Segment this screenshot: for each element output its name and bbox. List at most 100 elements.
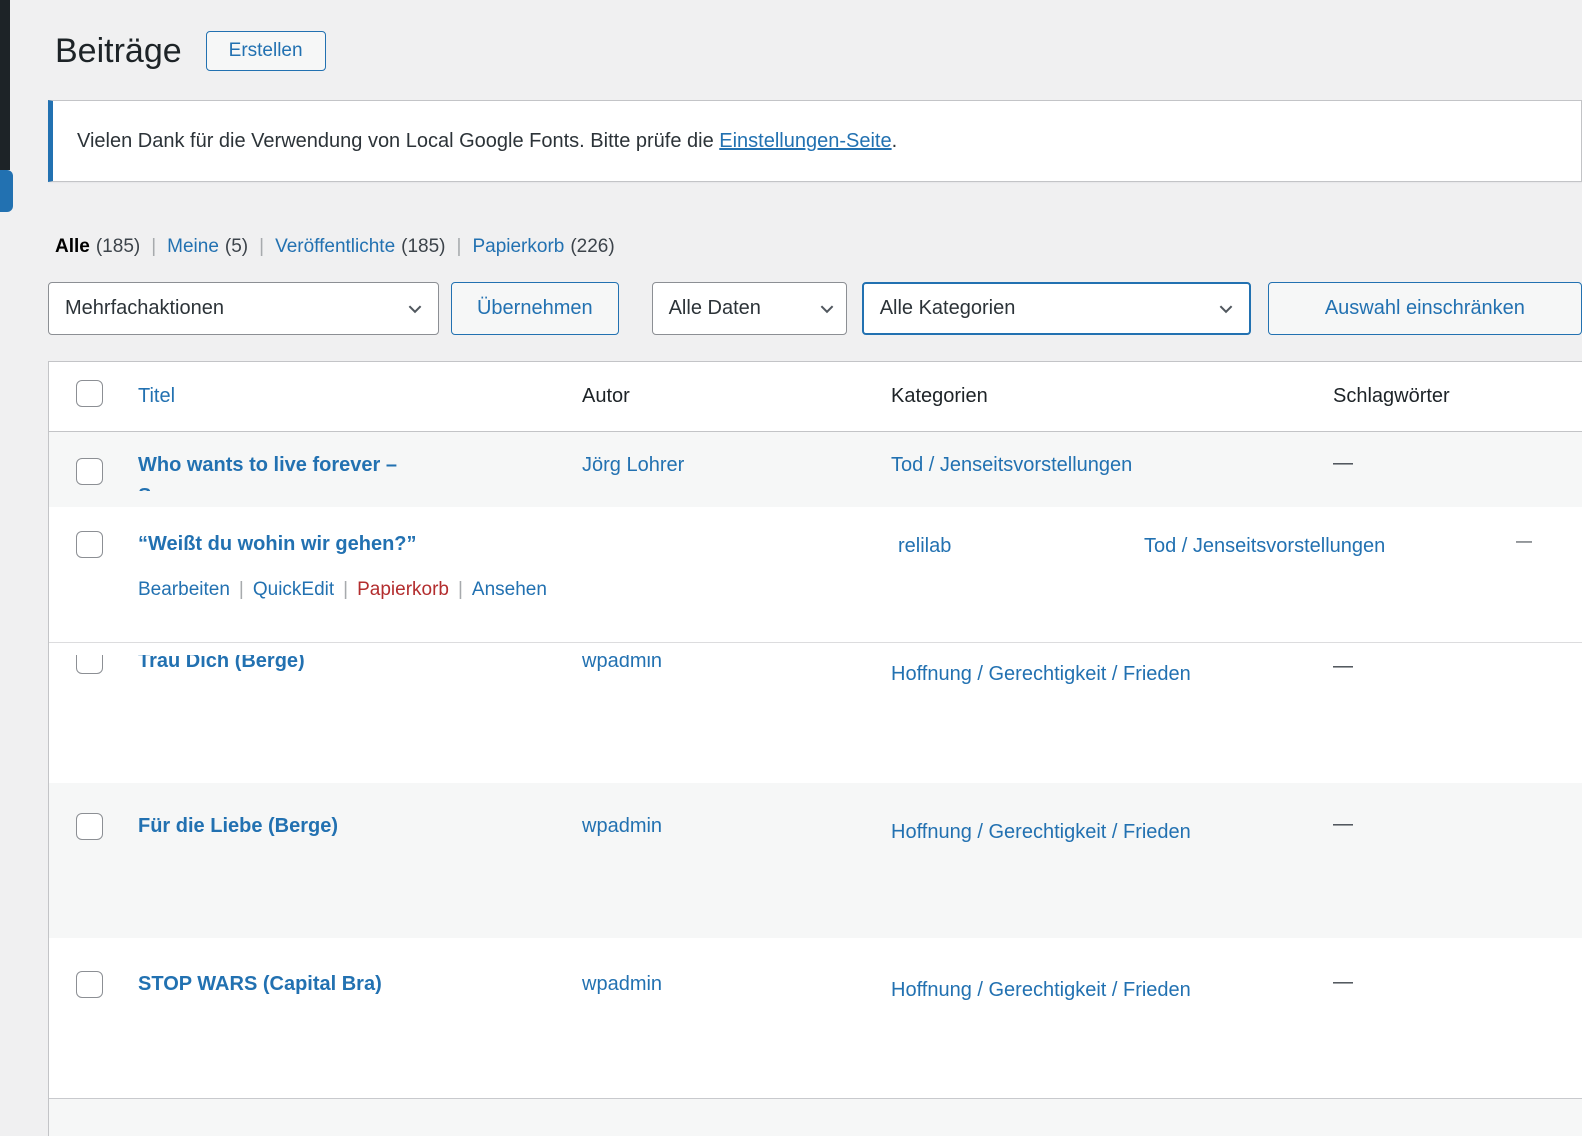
tags-cell: — (1516, 533, 1532, 551)
category-link[interactable]: Tod / Jenseitsvorstellungen (891, 454, 1132, 476)
create-post-button[interactable]: Erstellen (206, 31, 326, 71)
checkbox-cell (49, 432, 126, 491)
category-link[interactable]: Hoffnung / Gerechtigkeit / Frieden (891, 655, 1191, 693)
settings-page-link[interactable]: Einstellungen-Seite (719, 130, 891, 152)
categories-cell: Hoffnung / Gerechtigkeit / Frieden (879, 783, 1321, 851)
quick-edit-link[interactable]: QuickEdit (253, 579, 334, 600)
posts-page: Beiträge Erstellen Vielen Dank für die V… (0, 0, 1582, 1136)
table-row: “Weißt du wohin wir gehen?” Bearbeiten | Q… (49, 507, 1582, 643)
filter-published: Veröffentlichte (185) (275, 236, 445, 258)
author-cell: wpadmin (571, 783, 879, 839)
filter-separator: | (151, 236, 156, 258)
filter-all-label[interactable]: Alle (55, 236, 90, 257)
clipped-author-wrap: wpadmin (582, 655, 879, 674)
category-link[interactable]: Hoffnung / Gerechtigkeit / Frieden (891, 813, 1191, 851)
checkbox-cell (49, 643, 126, 676)
post-title-link[interactable]: Who wants to live forever – (138, 454, 397, 476)
post-title-link[interactable]: STOP WARS (Capital Bra) (138, 973, 382, 995)
term-link[interactable]: relilab (898, 533, 951, 559)
table-row: Für die Liebe (Berge) wpadmin Hoffnung /… (49, 783, 1582, 938)
table-row: STOP WARS (Capital Bra) wpadmin Hoffnung… (49, 938, 1582, 1098)
author-link[interactable]: Jörg Lohrer (582, 454, 684, 476)
posts-filter-links: Alle (185) | Meine (5) | Veröffentlichte (1… (55, 236, 1582, 258)
tags-cell: — (1321, 783, 1582, 836)
categories-filter-value: Alle Kategorien (880, 297, 1016, 320)
post-title-link[interactable]: Trau Dich (Berge) (138, 655, 571, 674)
notice-text-after: . (892, 130, 898, 152)
action-separator: | (239, 579, 244, 600)
row-checkbox[interactable] (76, 813, 103, 840)
tags-cell: — (1321, 432, 1582, 475)
admin-menu-edge (0, 0, 10, 170)
trash-link[interactable]: Papierkorb (357, 579, 449, 600)
dates-filter-value: Alle Daten (669, 297, 761, 320)
author-cell: wpadmin (571, 938, 879, 997)
filter-published-count: (185) (401, 236, 445, 257)
checkbox-cell (49, 938, 126, 1004)
row-checkbox[interactable] (76, 531, 103, 558)
title-cell: STOP WARS (Capital Bra) (126, 938, 571, 997)
chevron-down-icon (818, 300, 836, 318)
author-link[interactable]: wpadmin (582, 973, 662, 995)
bulk-actions-select[interactable]: Mehrfachaktionen (48, 282, 439, 335)
title-cell: Trau Dich (Berge) (126, 643, 571, 674)
filter-mine-link[interactable]: Meine (167, 236, 219, 257)
title-cell: Who wants to live forever – S (126, 432, 571, 491)
category-link[interactable]: Hoffnung / Gerechtigkeit / Frieden (891, 971, 1191, 1009)
filter-trash-link[interactable]: Papierkorb (472, 236, 564, 257)
action-separator: | (458, 579, 463, 600)
table-row: Trau Dich (Berge) wpadmin Hoffnung / Ger… (49, 643, 1582, 783)
author-cell: Jörg Lohrer (571, 432, 879, 478)
info-notice: Vielen Dank für die Verwendung von Local… (48, 100, 1582, 182)
title-cell: Für die Liebe (Berge) (126, 783, 571, 839)
category-link[interactable]: Tod / Jenseitsvorstellungen (1144, 533, 1385, 559)
post-title-link[interactable]: “Weißt du wohin wir gehen?” (138, 531, 417, 557)
chevron-down-icon (1217, 300, 1235, 318)
clipped-title-wrap: Trau Dich (Berge) (138, 655, 571, 674)
page-header: Beiträge Erstellen (55, 28, 1582, 74)
filter-all: Alle (185) (55, 236, 140, 258)
categories-cell: Hoffnung / Gerechtigkeit / Frieden (879, 643, 1321, 693)
table-header-row: Titel Autor Kategorien Schlagwörter (49, 362, 1582, 432)
select-all-checkbox[interactable] (76, 380, 103, 407)
notice-text: Vielen Dank für die Verwendung von Local… (77, 128, 1557, 154)
filter-mine-count: (5) (225, 236, 248, 257)
categories-filter-select[interactable]: Alle Kategorien (862, 282, 1251, 335)
filter-mine: Meine (5) (167, 236, 248, 258)
clipped-title-fragment: S (138, 484, 571, 491)
author-link[interactable]: wpadmin (582, 655, 879, 674)
edit-link[interactable]: Bearbeiten (138, 579, 230, 600)
column-header-categories: Kategorien (879, 385, 1321, 408)
post-title-link[interactable]: Für die Liebe (Berge) (138, 815, 338, 837)
tags-cell: — (1321, 938, 1582, 994)
notice-text-before: Vielen Dank für die Verwendung von Local… (77, 130, 719, 152)
column-header-title[interactable]: Titel (126, 385, 571, 408)
filter-published-link[interactable]: Veröffentlichte (275, 236, 395, 257)
apply-button[interactable]: Übernehmen (451, 282, 619, 335)
filter-separator: | (457, 236, 462, 258)
table-row: Who wants to live forever – S Jörg Lohre… (49, 432, 1582, 507)
categories-cell: Hoffnung / Gerechtigkeit / Frieden (879, 938, 1321, 1009)
row-checkbox[interactable] (76, 971, 103, 998)
filter-separator: | (259, 236, 264, 258)
action-separator: | (343, 579, 348, 600)
checkbox-cell (49, 783, 126, 846)
posts-table: Titel Autor Kategorien Schlagwörter Who … (48, 361, 1582, 1136)
view-link[interactable]: Ansehen (472, 579, 547, 600)
filter-all-count: (185) (96, 236, 140, 257)
column-header-author: Autor (571, 385, 879, 408)
admin-menu-active-tab[interactable] (0, 170, 13, 212)
limit-selection-button[interactable]: Auswahl einschränken (1268, 282, 1582, 335)
clipped-checkbox-wrap (49, 655, 126, 676)
table-row-partial (49, 1098, 1582, 1136)
author-cell: wpadmin (571, 643, 879, 674)
author-link[interactable]: wpadmin (582, 815, 662, 837)
dates-filter-select[interactable]: Alle Daten (652, 282, 847, 335)
bulk-actions-value: Mehrfachaktionen (65, 297, 224, 320)
select-all-cell (49, 380, 126, 413)
tags-cell: — (1321, 643, 1582, 678)
row-checkbox[interactable] (76, 655, 103, 674)
row-checkbox[interactable] (76, 458, 103, 485)
chevron-down-icon (406, 300, 424, 318)
column-header-tags: Schlagwörter (1321, 385, 1582, 408)
